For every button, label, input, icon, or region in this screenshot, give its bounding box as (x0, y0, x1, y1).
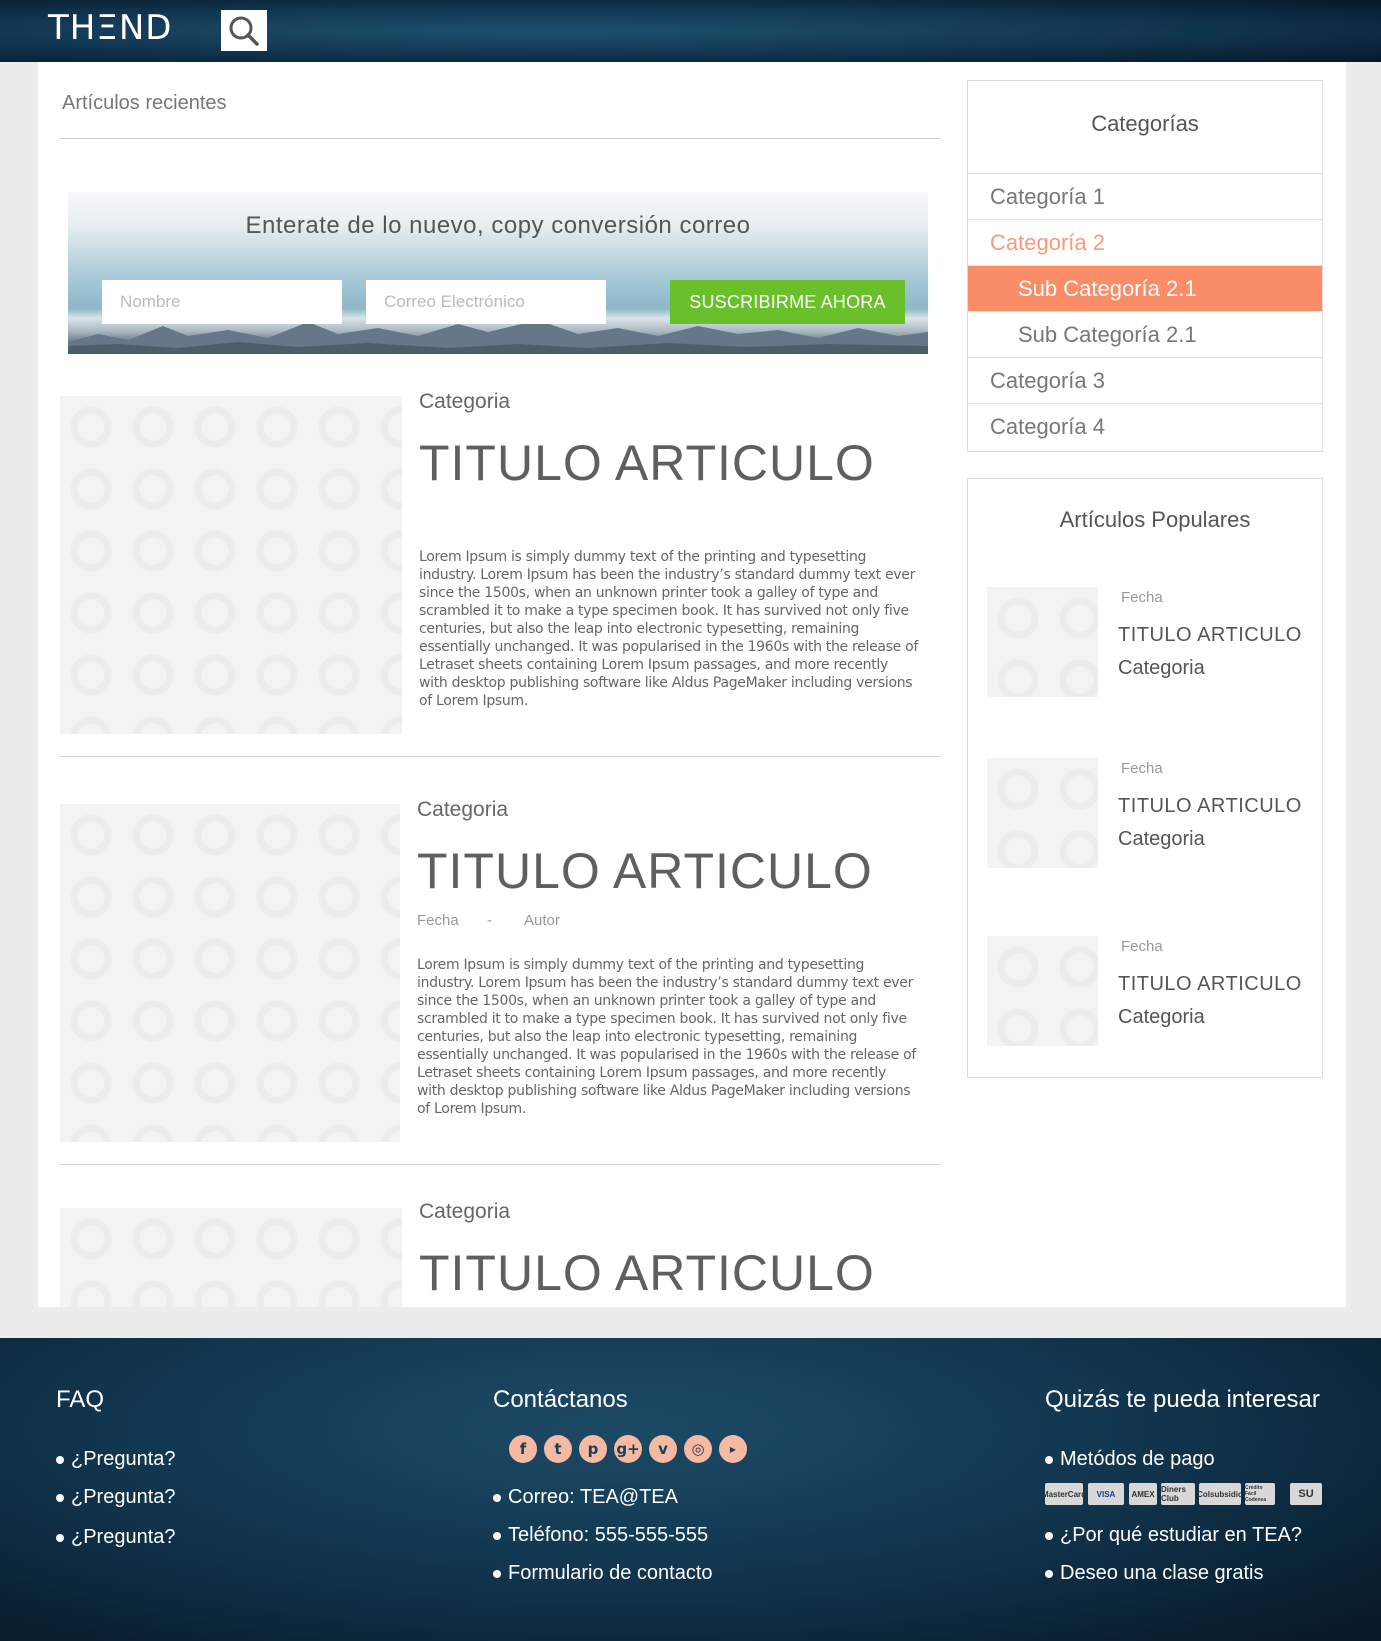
youtube-icon[interactable]: ▶ (719, 1435, 747, 1463)
contact-form-link[interactable]: Formulario de contacto (493, 1562, 713, 1585)
colsubsidio-icon: Colsubsidio (1197, 1483, 1243, 1505)
search-icon (229, 16, 259, 46)
categories-panel: Categorías Categoría 1 Categoría 2 Sub C… (967, 80, 1323, 452)
popular-thumbnail[interactable] (987, 758, 1098, 868)
popular-title-link[interactable]: TITULO ARTICULO (1118, 973, 1302, 996)
popular-date: Fecha (1121, 938, 1163, 955)
divider (60, 1164, 940, 1165)
category-item[interactable]: Categoría 4 (968, 403, 1322, 449)
pinterest-icon[interactable]: p (579, 1435, 607, 1463)
site-logo[interactable]: THΞND (48, 8, 172, 48)
popular-category[interactable]: Categoria (1118, 657, 1205, 680)
contact-email-label: Correo: TEA@TEA (508, 1486, 678, 1508)
faq-heading: FAQ (56, 1386, 105, 1413)
contact-email[interactable]: Correo: TEA@TEA (493, 1486, 678, 1509)
category-item[interactable]: Categoría 3 (968, 357, 1322, 403)
popular-thumbnail[interactable] (987, 587, 1098, 697)
contact-heading: Contáctanos (493, 1386, 628, 1413)
why-study-link[interactable]: ¿Por qué estudiar en TEA? (1045, 1524, 1302, 1547)
article-image[interactable] (60, 396, 402, 734)
categories-title: Categorías (1091, 111, 1199, 136)
why-study-label: ¿Por qué estudiar en TEA? (1060, 1524, 1302, 1546)
newsletter-title: Enterate de lo nuevo, copy conversión co… (245, 212, 751, 239)
subscribe-button[interactable]: SUSCRIBIRME AHORA (670, 280, 905, 324)
google-plus-icon[interactable]: g+ (614, 1435, 642, 1463)
article-title[interactable]: TITULO ARTICULO (419, 434, 875, 492)
vimeo-icon[interactable]: v (649, 1435, 677, 1463)
article-date: Fecha (417, 912, 459, 929)
subcategory-item[interactable]: Sub Categoría 2.1 (968, 311, 1322, 357)
twitter-icon[interactable]: t (544, 1435, 572, 1463)
faq-link[interactable]: ¿Pregunta? (56, 1448, 176, 1471)
popular-date: Fecha (1121, 589, 1163, 606)
contact-form-label: Formulario de contacto (508, 1562, 713, 1584)
faq-link[interactable]: ¿Pregunta? (56, 1526, 176, 1549)
faq-link-label: ¿Pregunta? (71, 1486, 176, 1508)
popular-title-link[interactable]: TITULO ARTICULO (1118, 795, 1302, 818)
free-class-link[interactable]: Deseo una clase gratis (1045, 1562, 1263, 1585)
divider (60, 756, 940, 757)
article-excerpt: Lorem Ipsum is simply dummy text of the … (417, 957, 917, 1117)
article-category[interactable]: Categoria (419, 1200, 510, 1224)
section-title: Artículos recientes (62, 92, 227, 114)
faq-link-label: ¿Pregunta? (71, 1448, 176, 1470)
article-category[interactable]: Categoria (419, 390, 510, 414)
su-icon: SU (1290, 1483, 1322, 1505)
facebook-icon[interactable]: f (509, 1435, 537, 1463)
article-image[interactable] (60, 1208, 402, 1307)
payment-methods-label: Metódos de pago (1060, 1448, 1215, 1470)
article-category[interactable]: Categoria (417, 798, 508, 822)
subcategory-item-selected[interactable]: Sub Categoría 2.1 (968, 265, 1322, 311)
article-image[interactable] (60, 804, 400, 1142)
popular-articles-panel: Artículos Populares Fecha TITULO ARTICUL… (967, 478, 1323, 1078)
category-item[interactable]: Categoría 1 (968, 173, 1322, 219)
mastercard-icon: MasterCard (1042, 1483, 1086, 1505)
name-input[interactable] (102, 280, 342, 324)
popular-thumbnail[interactable] (987, 936, 1098, 1046)
popular-title: Artículos Populares (1059, 507, 1251, 532)
divider (60, 138, 940, 139)
contact-phone[interactable]: Teléfono: 555-555-555 (493, 1524, 708, 1547)
newsletter-banner: Enterate de lo nuevo, copy conversión co… (68, 192, 928, 354)
email-input[interactable] (366, 280, 606, 324)
article-author[interactable]: Autor (524, 912, 560, 929)
search-button[interactable] (221, 10, 267, 51)
article-title[interactable]: TITULO ARTICULO (417, 842, 873, 900)
free-class-label: Deseo una clase gratis (1060, 1562, 1264, 1584)
main-content: Artículos recientes Enterate de lo nuevo… (38, 62, 1346, 1307)
diners-club-icon: Diners Club (1161, 1483, 1195, 1505)
faq-link[interactable]: ¿Pregunta? (56, 1486, 176, 1509)
faq-link-label: ¿Pregunta? (71, 1526, 176, 1548)
top-navbar: THΞND (0, 0, 1381, 62)
contact-phone-label: Teléfono: 555-555-555 (508, 1524, 709, 1546)
visa-icon: VISA (1088, 1483, 1124, 1505)
popular-category[interactable]: Categoria (1118, 1006, 1205, 1029)
interest-heading: Quizás te pueda interesar (1045, 1386, 1320, 1413)
codensa-icon: Crédito Fácil Codensa (1245, 1483, 1275, 1505)
article-title[interactable]: TITULO ARTICULO (419, 1244, 875, 1302)
instagram-icon[interactable]: ◎ (684, 1435, 712, 1463)
amex-icon: AMEX (1129, 1483, 1157, 1505)
meta-separator: - (487, 912, 492, 929)
popular-title-link[interactable]: TITULO ARTICULO (1118, 624, 1302, 647)
popular-category[interactable]: Categoria (1118, 828, 1205, 851)
site-footer: FAQ ¿Pregunta? ¿Pregunta? ¿Pregunta? Con… (0, 1338, 1381, 1641)
popular-date: Fecha (1121, 760, 1163, 777)
payment-methods-link[interactable]: Metódos de pago (1045, 1448, 1215, 1471)
category-item-active[interactable]: Categoría 2 (968, 219, 1322, 265)
article-excerpt: Lorem Ipsum is simply dummy text of the … (419, 549, 919, 709)
